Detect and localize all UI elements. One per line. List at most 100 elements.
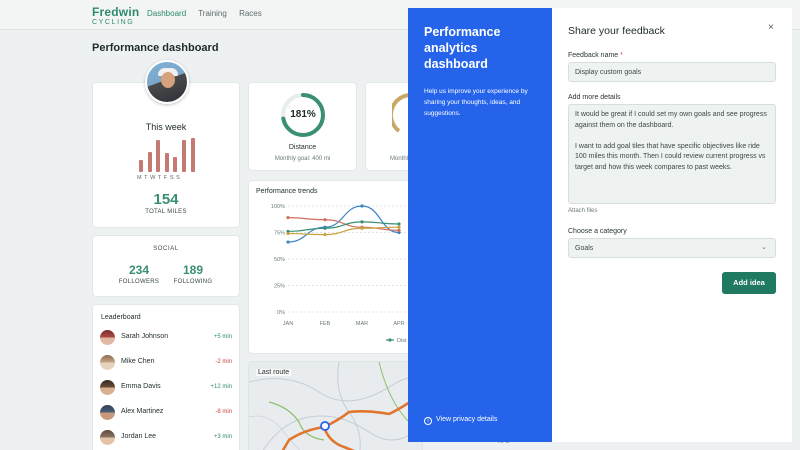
feedback-info-panel: Performance analytics dashboard Help us …	[408, 8, 552, 442]
close-icon[interactable]: ×	[768, 22, 774, 33]
following-label: FOLLOWING	[173, 279, 213, 285]
data-point[interactable]	[323, 226, 327, 230]
feedback-name-label: Feedback name *	[568, 52, 623, 59]
details-paragraph: I want to add goal tiles that have speci…	[575, 142, 766, 171]
logo-wordmark: Fredwin	[92, 5, 140, 19]
daily-mileage-bar	[190, 138, 195, 172]
avatar[interactable]	[145, 60, 189, 104]
followers-count[interactable]: 234	[116, 263, 162, 277]
y-tick-label: 25%	[274, 284, 285, 290]
legend-label: Dist	[397, 338, 407, 344]
leaderboard-delta: +5 min	[213, 334, 232, 340]
leaderboard-name: Emma Davis	[121, 383, 161, 390]
y-tick-label: 0%	[277, 310, 285, 316]
legend-swatch-dot	[388, 338, 392, 342]
details-textarea[interactable]: It would be great if I could set my own …	[568, 104, 776, 204]
daily-mileage-bar	[139, 160, 143, 172]
info-icon: i	[424, 417, 432, 425]
data-point[interactable]	[397, 222, 401, 226]
daily-mileage-bar	[156, 139, 161, 172]
leaderboard-delta: -2 min	[215, 359, 232, 365]
nav-links: Dashboard Training Races	[147, 9, 272, 18]
leaderboard-name: Alex Martinez	[121, 408, 164, 415]
distance-percent: 181%	[290, 109, 316, 120]
data-point[interactable]	[286, 231, 290, 236]
leaderboard-delta: -8 min	[215, 409, 232, 415]
feedback-panel-description: Help us improve your experience by shari…	[424, 88, 528, 117]
nav-link-training[interactable]: Training	[198, 9, 227, 18]
chevron-down-icon: ⌄	[761, 244, 767, 251]
distance-label: Distance	[288, 144, 317, 151]
y-tick-label: 75%	[274, 231, 285, 237]
category-label: Choose a category	[568, 228, 627, 235]
week-title: This week	[145, 122, 187, 132]
logo[interactable]: Fredwin CYCLING	[92, 6, 139, 26]
x-tick-label: JAN	[283, 321, 293, 327]
route-start-marker[interactable]	[320, 421, 330, 431]
daily-mileage-bar	[182, 139, 186, 172]
data-point[interactable]	[397, 225, 401, 229]
leaderboard-row[interactable]: Sarah Johnson +5 min	[100, 329, 234, 347]
data-point[interactable]	[360, 204, 364, 208]
data-point[interactable]	[360, 220, 364, 224]
feedback-form-panel: Share your feedback × Feedback name * Di…	[552, 8, 792, 442]
performance-trends-chart: 100% 75% 50% 25% 0% JAN FEB MAR APR Dist	[271, 204, 410, 344]
feedback-name-value: Display custom goals	[575, 69, 642, 76]
total-miles-label: TOTAL MILES	[145, 209, 187, 215]
category-selected-value: Goals	[575, 245, 594, 252]
privacy-link-label: View privacy details	[436, 416, 498, 423]
attach-files-link[interactable]: Attach files	[568, 208, 597, 214]
logo-subtitle: CYCLING	[92, 19, 135, 26]
avatar	[100, 405, 115, 420]
social-card	[92, 235, 240, 297]
leaderboard-delta: +3 min	[213, 434, 232, 440]
followers-label: FOLLOWERS	[118, 279, 160, 285]
required-mark: *	[620, 52, 623, 59]
data-point[interactable]	[360, 226, 364, 230]
total-miles-value: 154	[153, 191, 179, 208]
series-line	[287, 217, 400, 231]
feedback-name-input[interactable]: Display custom goals	[568, 62, 776, 82]
leaderboard-row[interactable]: Jordan Lee +3 min	[100, 429, 234, 447]
add-idea-button[interactable]: Add idea	[722, 272, 776, 294]
privacy-link[interactable]: i View privacy details	[424, 416, 497, 425]
trends-title: Performance trends	[256, 188, 318, 195]
following-count[interactable]: 189	[170, 263, 216, 277]
weekly-bar-chart	[139, 138, 199, 172]
data-point[interactable]	[397, 228, 401, 232]
data-point[interactable]	[286, 240, 290, 244]
leaderboard-row[interactable]: Mike Chen -2 min	[100, 354, 234, 372]
y-tick-label: 100%	[271, 204, 285, 210]
distance-goal: Monthly goal: 400 mi	[274, 156, 331, 162]
y-tick-label: 50%	[274, 257, 285, 263]
avatar	[100, 380, 115, 395]
page-title: Performance dashboard	[92, 42, 219, 54]
social-heading: SOCIAL	[153, 246, 179, 252]
details-paragraph: It would be great if I could set my own …	[575, 111, 767, 129]
daily-mileage-bar	[164, 153, 169, 172]
map-road	[337, 362, 361, 450]
face-shape	[161, 72, 175, 88]
data-point[interactable]	[286, 216, 290, 220]
x-tick-label: MAR	[356, 321, 368, 327]
nav-link-races[interactable]: Races	[239, 9, 262, 18]
day-labels: MTWTFSS	[137, 175, 183, 181]
data-point[interactable]	[323, 233, 327, 237]
leaderboard-name: Jordan Lee	[121, 433, 157, 440]
avatar	[100, 430, 115, 445]
leaderboard-name: Sarah Johnson	[121, 333, 169, 340]
leaderboard-row[interactable]: Emma Davis +12 min	[100, 379, 234, 397]
route-line	[322, 426, 356, 450]
daily-mileage-bar	[173, 156, 178, 172]
nav-link-dashboard[interactable]: Dashboard	[147, 9, 186, 18]
leaderboard-title: Leaderboard	[101, 314, 141, 321]
avatar	[100, 330, 115, 345]
leaderboard-delta: +12 min	[210, 384, 232, 390]
category-select[interactable]: Goals ⌄	[568, 238, 776, 258]
daily-mileage-bar	[147, 151, 152, 172]
series-line	[287, 226, 400, 236]
leaderboard-row[interactable]: Alex Martinez -8 min	[100, 404, 234, 422]
route-title: Last route	[256, 369, 292, 376]
data-point[interactable]	[323, 218, 327, 222]
feedback-form-title: Share your feedback	[568, 25, 665, 37]
